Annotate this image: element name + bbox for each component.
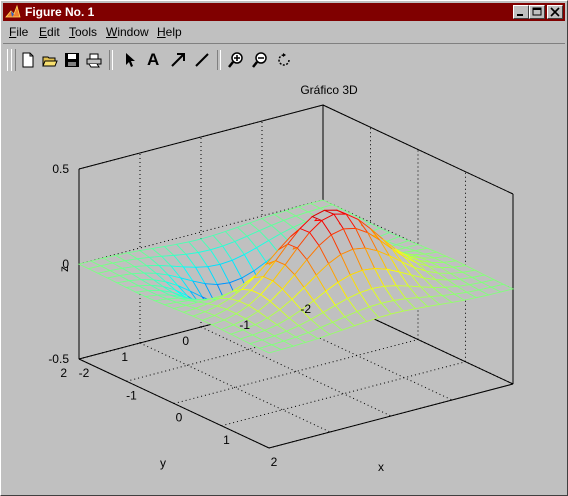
x-tick-label: -1 [126,388,137,402]
x-tick-label: 2 [271,455,278,469]
axis-edge [268,383,514,449]
grid-line [221,361,466,427]
x-axis-label: x [378,460,384,474]
x-tick-label: 0 [176,411,183,425]
y-tick-label: 2 [60,366,67,380]
z-axis-label: z [57,266,71,272]
y-axis-label: y [160,456,166,470]
surface-mesh [77,199,515,354]
x-tick-label: 1 [223,433,230,447]
axis-edge [78,358,270,449]
axes-front-edges [78,358,514,449]
z-tick-label: 0.5 [52,162,69,176]
figure-window: Figure No. 1 File Edit Tools Window Help [0,0,568,496]
grid-line [139,342,331,433]
y-tick-label: -1 [239,318,250,332]
y-tick-label: -2 [300,302,311,316]
chart-title: Gráfico 3D [300,83,358,97]
plot-axes[interactable]: -0.500.5-2-1012-2-1012Gráfico 3Dxyz [1,1,567,495]
z-tick-label: -0.5 [48,352,69,366]
y-tick-label: 1 [121,350,128,364]
y-tick-label: 0 [182,334,189,348]
x-tick-label: -2 [79,366,90,380]
